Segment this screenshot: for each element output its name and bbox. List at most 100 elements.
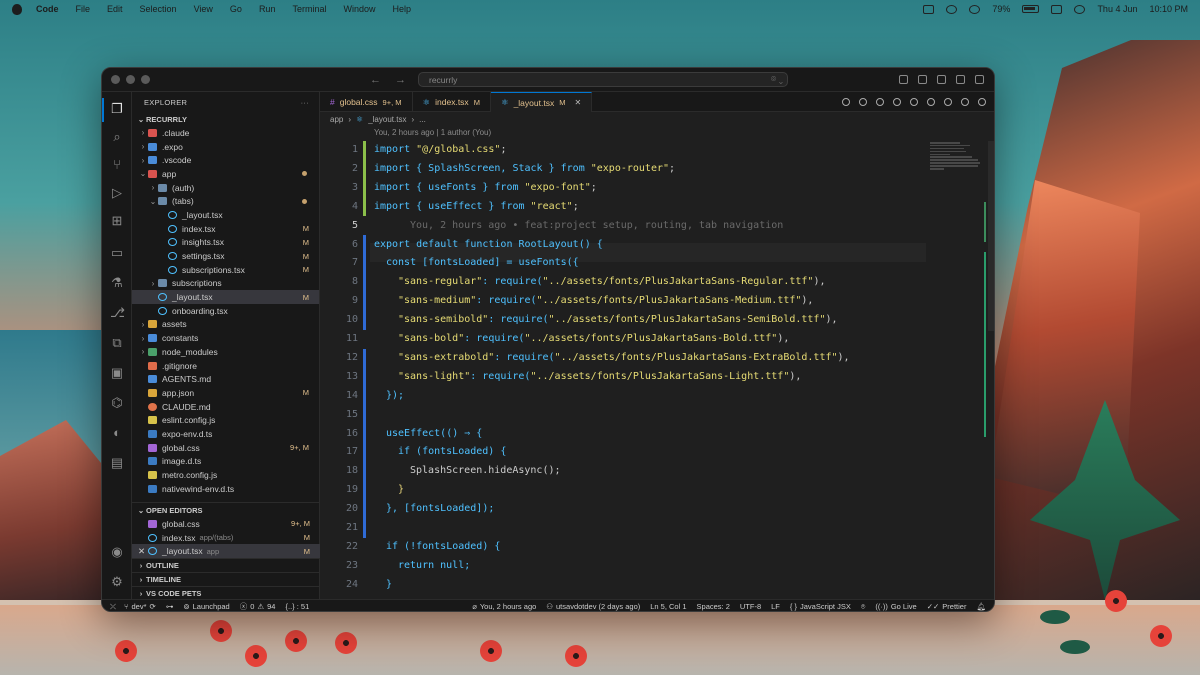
tab-index-tsx[interactable]: ⚛ index.tsx M [413, 92, 491, 112]
apple-icon[interactable] [12, 3, 22, 15]
menubar-date[interactable]: Thu 4 Jun [1097, 4, 1137, 14]
toggle-primary-sidebar-icon[interactable] [918, 75, 927, 84]
run-debug-icon[interactable]: ▷ [110, 186, 124, 200]
tree-file[interactable]: index.tsx M [132, 222, 319, 236]
toggle-panel-icon[interactable] [937, 75, 946, 84]
branch-status[interactable]: ⑂ dev* ⟳ [124, 602, 156, 611]
python-icon[interactable]: ⌬ [110, 396, 124, 410]
tree-folder[interactable]: › .expo [132, 140, 319, 154]
tab-global-css[interactable]: # global.css 9+, M [320, 92, 413, 112]
tree-file[interactable]: eslint.config.js [132, 413, 319, 427]
close-tab-icon[interactable]: ✕ [574, 98, 581, 107]
tree-folder[interactable]: › (auth) [132, 181, 319, 195]
screen-mirror-icon[interactable] [923, 4, 935, 14]
menu-app-name[interactable]: Code [36, 4, 59, 14]
tree-file[interactable]: metro.config.js [132, 468, 319, 482]
remote-icon[interactable]: ⤫ [102, 600, 124, 612]
copilot-status-icon[interactable]: ⌾ [861, 602, 866, 612]
timeline-section[interactable]: › TIMELINE [132, 572, 320, 586]
menubar-time[interactable]: 10:10 PM [1149, 4, 1188, 14]
remote-explorer-icon[interactable]: ▭ [110, 246, 124, 260]
source-control-icon[interactable]: ⑂ [110, 158, 124, 172]
problems-status[interactable]: ⓧ 0 ⚠ 94 [240, 601, 276, 611]
prettier-status[interactable]: ✓✓ Prettier [927, 602, 967, 611]
account-icon[interactable]: ◉ [110, 545, 124, 559]
ports-status[interactable]: {..} : 51 [285, 602, 309, 611]
tree-file[interactable]: nativewind-env.d.ts [132, 482, 319, 496]
customize-layout-icon[interactable] [975, 75, 984, 84]
indentation-status[interactable]: Spaces: 2 [697, 602, 730, 611]
breadcrumb-file[interactable]: _layout.tsx [368, 115, 406, 124]
tree-folder[interactable]: › node_modules [132, 345, 319, 359]
menu-terminal[interactable]: Terminal [292, 4, 326, 14]
tree-folder[interactable]: › .claude [132, 126, 319, 140]
tree-file-selected[interactable]: _layout.tsx M [132, 290, 319, 304]
minimize-window-button[interactable] [126, 75, 135, 84]
launchpad-status[interactable]: ⊚ Launchpad [183, 602, 229, 611]
run-icon[interactable] [944, 97, 952, 106]
zoom-window-button[interactable] [141, 75, 150, 84]
open-changes-icon[interactable] [859, 97, 867, 106]
open-editor-item[interactable]: global.css 9+, M [132, 517, 320, 531]
menu-selection[interactable]: Selection [140, 4, 177, 14]
forward-arrow-icon[interactable]: → [395, 74, 406, 86]
editor-scrollbar[interactable] [988, 141, 994, 331]
battery-icon[interactable] [1022, 5, 1040, 13]
open-editors-section[interactable]: ⌄ OPEN EDITORS [132, 503, 320, 517]
settings-gear-icon[interactable]: ⚙ [110, 575, 124, 589]
accounts-icon[interactable] [899, 75, 908, 84]
tree-file[interactable]: _layout.tsx [132, 208, 319, 222]
tree-folder[interactable]: ⌄ (tabs) [132, 194, 319, 208]
back-arrow-icon[interactable]: ← [370, 74, 381, 86]
copilot-icon[interactable]: ⌾ ⌄ [771, 74, 783, 85]
search-icon[interactable]: ⌕ [110, 130, 124, 144]
compare-icon[interactable] [910, 97, 918, 106]
language-status[interactable]: { } JavaScript JSX [790, 602, 851, 611]
tree-folder[interactable]: › subscriptions [132, 277, 319, 291]
tab-layout-tsx[interactable]: ⚛ _layout.tsx M ✕ [490, 92, 593, 112]
encoding-status[interactable]: UTF-8 [740, 602, 761, 611]
menu-file[interactable]: File [76, 4, 91, 14]
cursor-position-status[interactable]: Ln 5, Col 1 [650, 602, 686, 611]
open-editor-item-active[interactable]: ✕ _layout.tsx app M [132, 544, 320, 559]
tree-file[interactable]: expo-env.d.ts [132, 427, 319, 441]
tree-file[interactable]: subscriptions.tsx M [132, 263, 319, 277]
previous-change-icon[interactable] [876, 97, 884, 106]
preview-icon[interactable] [927, 97, 935, 106]
wifi-icon[interactable] [969, 4, 981, 14]
tree-file[interactable]: CLAUDE.md [132, 400, 319, 414]
tree-folder[interactable]: › assets [132, 318, 319, 332]
menu-run[interactable]: Run [259, 4, 276, 14]
tree-file[interactable]: app.json M [132, 386, 319, 400]
explorer-icon[interactable]: ❐ [110, 102, 124, 116]
docker-icon[interactable]: ▣ [110, 366, 124, 380]
split-editor-icon[interactable] [961, 97, 969, 106]
project-section[interactable]: ⌄ RECURRLY [132, 112, 319, 126]
tree-file[interactable]: settings.tsx M [132, 249, 319, 263]
outline-section[interactable]: › OUTLINE [132, 558, 320, 572]
breadcrumb-symbol[interactable]: ... [419, 115, 426, 124]
menu-edit[interactable]: Edit [107, 4, 123, 14]
tree-file[interactable]: .gitignore [132, 359, 319, 373]
menu-view[interactable]: View [194, 4, 213, 14]
menu-window[interactable]: Window [343, 4, 375, 14]
minimap[interactable] [930, 142, 990, 182]
graph-icon[interactable]: ⊶ [166, 602, 174, 611]
gitlens-icon[interactable]: ◐ [110, 426, 124, 440]
tree-file[interactable]: image.d.ts [132, 455, 319, 469]
testing-icon[interactable]: ⚗ [110, 276, 124, 290]
siri-icon[interactable] [1074, 4, 1086, 14]
menu-go[interactable]: Go [230, 4, 242, 14]
tree-file[interactable]: insights.tsx M [132, 236, 319, 250]
tree-folder[interactable]: › constants [132, 331, 319, 345]
control-center-icon[interactable] [1051, 4, 1063, 14]
tree-file[interactable]: AGENTS.md [132, 372, 319, 386]
breadcrumb-folder[interactable]: app [330, 115, 343, 124]
more-editor-actions-icon[interactable] [978, 97, 986, 106]
bluetooth-icon[interactable] [946, 4, 958, 14]
author-status[interactable]: ⚇ utsavdotdev (2 days ago) [546, 602, 640, 611]
next-change-icon[interactable] [893, 97, 901, 106]
notifications-bell-icon[interactable]: 🔔︎ [976, 602, 986, 611]
close-editor-icon[interactable]: ✕ [138, 546, 148, 557]
containers-icon[interactable]: ⧉ [110, 336, 124, 350]
